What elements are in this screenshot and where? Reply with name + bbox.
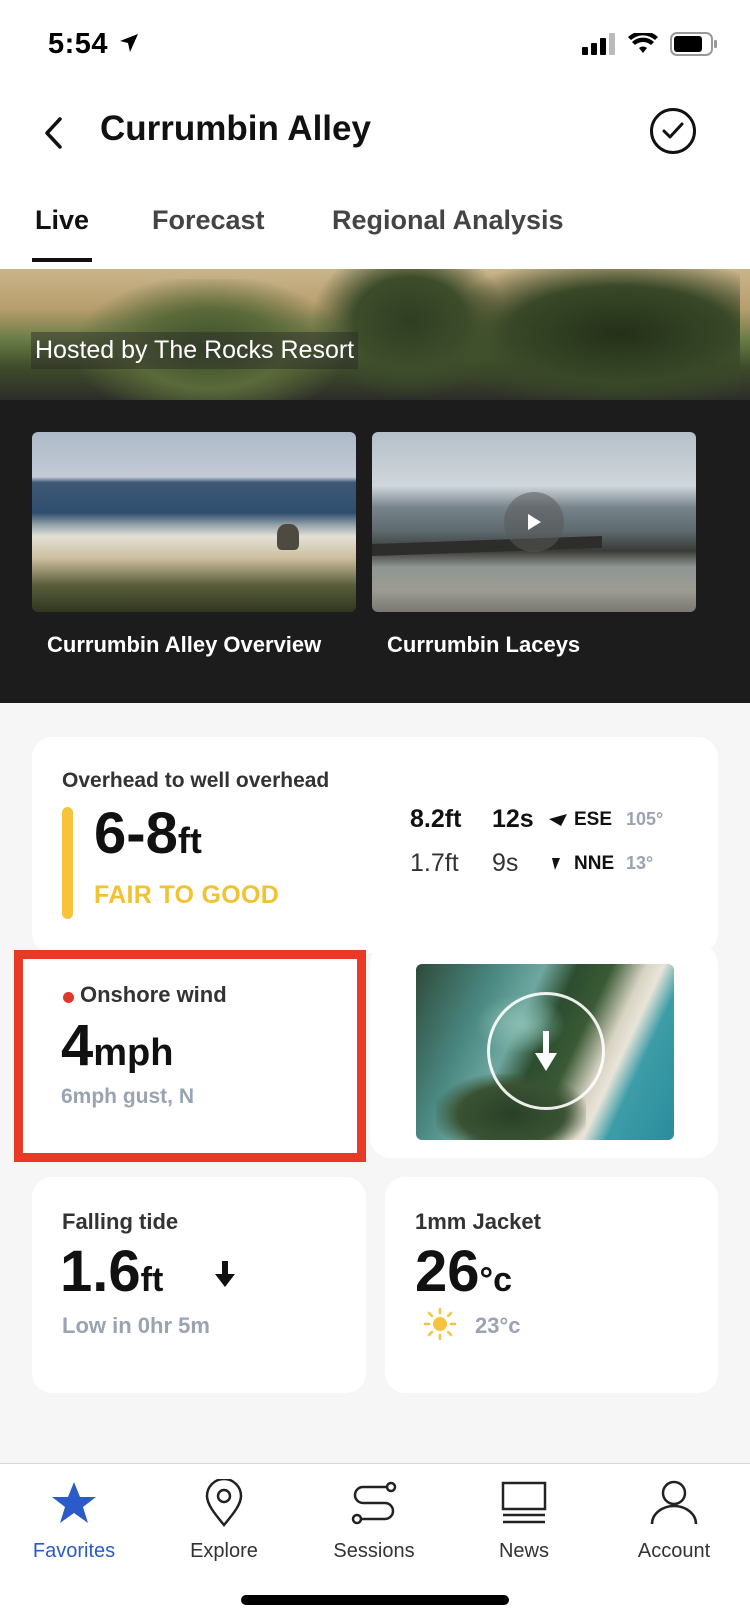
status-time: 5:54 <box>48 28 109 60</box>
swell-direction-icon <box>549 813 567 826</box>
status-bar: 5:54 <box>0 0 750 90</box>
status-icons <box>582 32 718 56</box>
camera-label-laceys[interactable]: Currumbin Laceys <box>387 632 580 658</box>
wind-label: Onshore wind <box>80 982 227 1007</box>
map-pin-icon <box>199 1478 249 1528</box>
water-temp: 26°c <box>415 1239 513 1304</box>
battery-icon <box>670 32 717 56</box>
wind-gust: 6mph gust, N <box>61 1085 195 1108</box>
wind-map-card[interactable] <box>370 944 718 1158</box>
wifi-icon <box>628 33 658 53</box>
wind-status-dot <box>63 992 74 1003</box>
arrow-down-icon <box>535 1031 557 1071</box>
weather-card[interactable]: 1mm Jacket 26°c 23°c <box>385 1177 718 1393</box>
news-icon <box>499 1478 549 1528</box>
tab-bar: Live Forecast Regional Analysis <box>0 195 750 270</box>
tide-label: Falling tide <box>62 1209 179 1234</box>
satellite-map <box>416 964 674 1140</box>
live-cam-player[interactable]: Hosted by The Rocks Resort <box>0 269 750 400</box>
surf-height: 6-8ft <box>94 801 202 866</box>
camera-label-overview[interactable]: Currumbin Alley Overview <box>47 632 321 658</box>
location-arrow-icon <box>120 34 138 52</box>
user-icon <box>649 1478 699 1528</box>
camera-list: Currumbin Alley Overview Currumbin Lacey… <box>0 400 750 703</box>
home-indicator <box>241 1595 509 1605</box>
swell-row-primary: 8.2ft 12s ESE 105° <box>410 805 664 833</box>
page-title: Currumbin Alley <box>100 109 371 148</box>
chevron-left-icon <box>45 117 62 149</box>
tide-height: 1.6ft <box>60 1239 164 1304</box>
wind-speed: 4mph <box>61 1013 174 1078</box>
tab-live[interactable]: Live <box>35 205 89 236</box>
swell-direction-icon <box>552 857 560 870</box>
wind-card[interactable]: Onshore wind 4mph 6mph gust, N <box>14 950 366 1162</box>
favorite-toggle-button[interactable] <box>650 108 696 154</box>
surf-height-card[interactable]: Overhead to well overhead 6-8ft FAIR TO … <box>32 737 718 953</box>
hosted-by-label: Hosted by The Rocks Resort <box>31 332 359 369</box>
nav-account[interactable]: Account <box>604 1478 744 1563</box>
star-icon <box>49 1478 99 1528</box>
conditions-panel: Overhead to well overhead 6-8ft FAIR TO … <box>0 703 750 1463</box>
rating-bar <box>62 807 73 919</box>
tab-forecast[interactable]: Forecast <box>152 205 265 236</box>
surf-rating: FAIR TO GOOD <box>94 881 280 909</box>
wetsuit-label: 1mm Jacket <box>415 1209 541 1234</box>
camera-thumbnail-overview[interactable] <box>32 432 356 612</box>
sun-icon <box>423 1307 457 1341</box>
header: Currumbin Alley <box>0 95 750 175</box>
active-tab-indicator <box>32 258 92 262</box>
wind-direction-indicator <box>487 992 605 1110</box>
surf-description: Overhead to well overhead <box>62 769 330 792</box>
nav-sessions[interactable]: Sessions <box>304 1478 444 1563</box>
tide-next: Low in 0hr 5m <box>62 1313 210 1338</box>
nav-explore[interactable]: Explore <box>154 1478 294 1563</box>
back-button[interactable] <box>26 105 82 161</box>
nav-news[interactable]: News <box>454 1478 594 1563</box>
tab-regional-analysis[interactable]: Regional Analysis <box>332 205 564 236</box>
arrow-down-icon <box>215 1261 235 1287</box>
tide-card[interactable]: Falling tide 1.6ft Low in 0hr 5m <box>32 1177 366 1393</box>
camera-thumbnail-laceys[interactable] <box>372 432 696 612</box>
play-icon[interactable] <box>504 492 564 552</box>
air-temp: 23°c <box>475 1313 521 1338</box>
swell-row-secondary: 1.7ft 9s NNE 13° <box>410 849 654 877</box>
sessions-icon <box>349 1478 399 1528</box>
check-icon <box>662 122 684 139</box>
signal-icon <box>582 33 615 55</box>
nav-favorites[interactable]: Favorites <box>4 1478 144 1563</box>
